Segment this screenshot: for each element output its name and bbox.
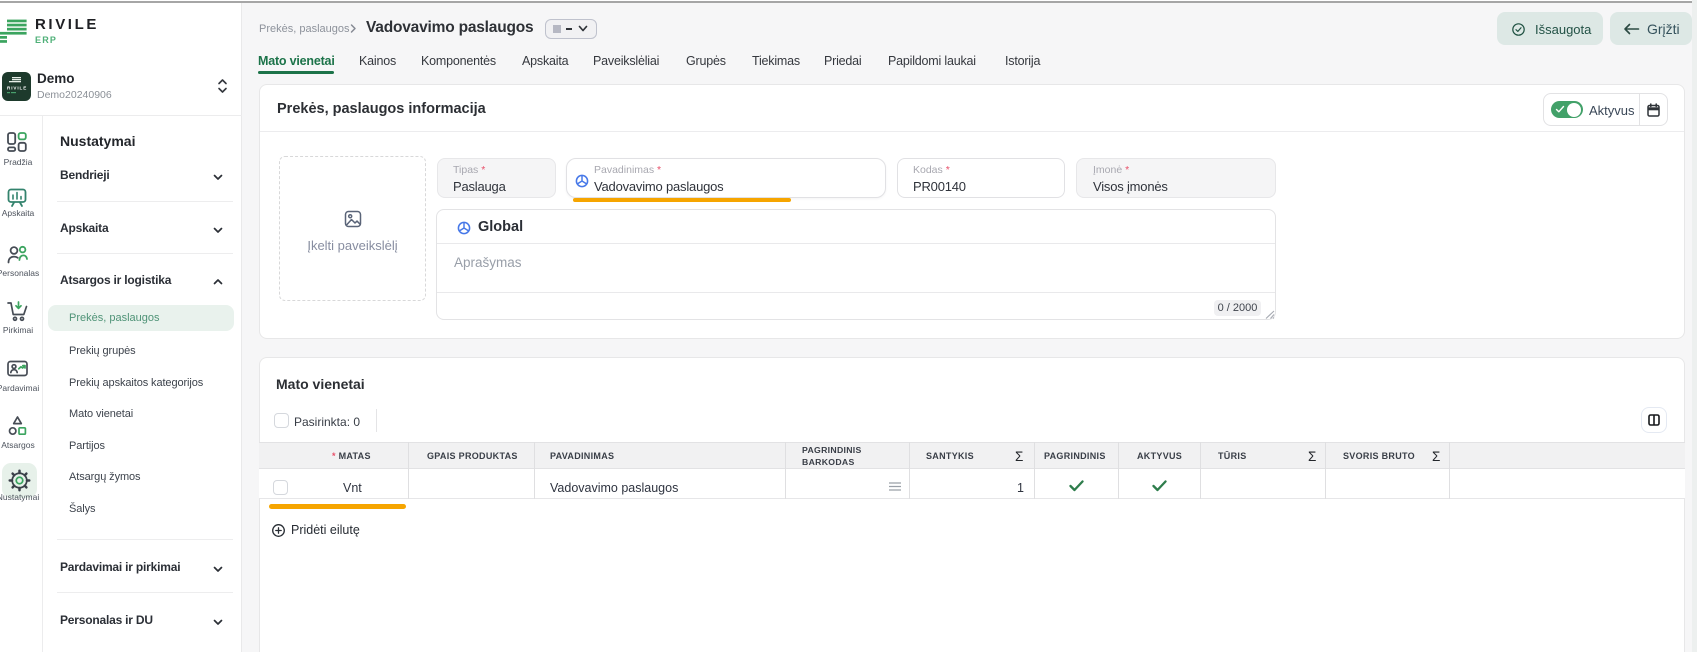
svg-text:RIVILE: RIVILE: [7, 86, 27, 91]
